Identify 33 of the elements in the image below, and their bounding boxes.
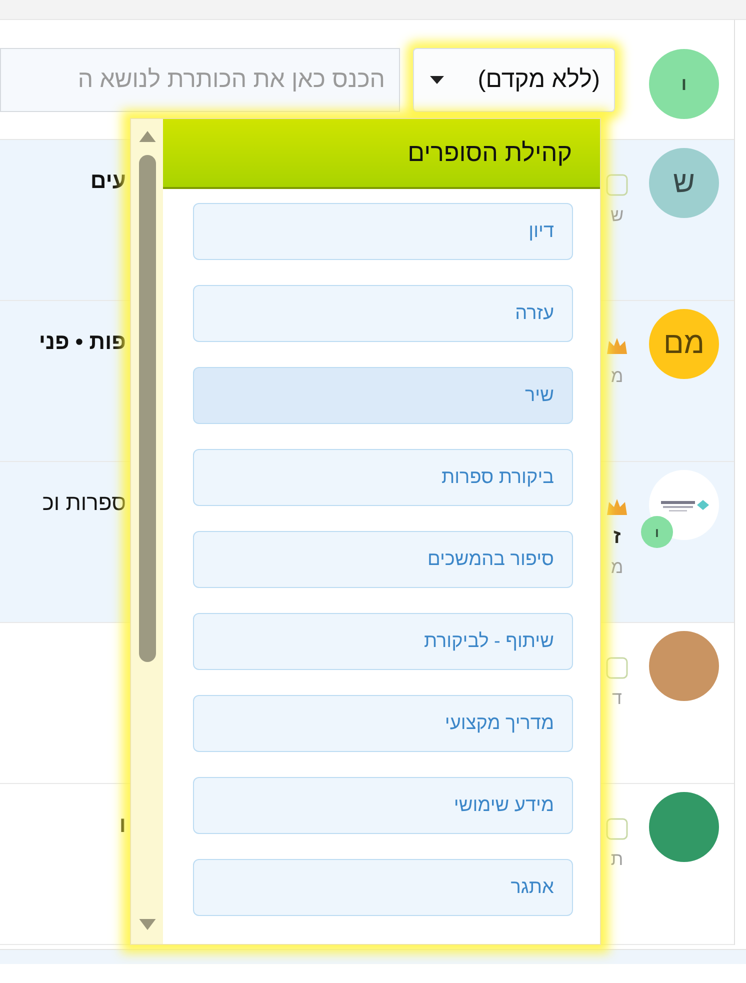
topic-title: ו: [119, 812, 126, 837]
topic-title: ספרות וכ: [42, 490, 126, 515]
menu-item[interactable]: מדריך מקצועי: [193, 695, 573, 752]
prefix-dropdown[interactable]: (ללא מקדם): [413, 48, 615, 112]
author-text: ד: [612, 687, 622, 709]
menu-item[interactable]: ביקורת ספרות: [193, 449, 573, 506]
square-icon: [606, 657, 628, 679]
square-icon: [606, 174, 628, 196]
menu-item[interactable]: דיון: [193, 203, 573, 260]
author-text: מ: [610, 365, 624, 387]
author-text: ת: [610, 848, 624, 870]
title-input[interactable]: הכנס כאן את הכותרת לנושא ה: [0, 48, 400, 112]
menu-item[interactable]: שיתוף - לביקורת: [193, 613, 573, 670]
menu-item[interactable]: מידע שימושי: [193, 777, 573, 834]
scroll-up-arrow-icon[interactable]: [138, 131, 156, 142]
avatar: ש: [649, 148, 719, 218]
avatar: ו: [649, 49, 719, 119]
square-icon: [606, 818, 628, 840]
topic-title: עים: [90, 168, 126, 193]
caret-icon: [430, 76, 444, 84]
menu-item[interactable]: אתגר: [193, 859, 573, 916]
author-text: ש: [610, 204, 624, 226]
avatar-badge: ו: [641, 516, 673, 548]
menu-item[interactable]: עזרה: [193, 285, 573, 342]
topic-title: פות • פני: [38, 329, 126, 354]
scroll-down-arrow-icon[interactable]: [138, 919, 156, 930]
menu-group-header: קהילת הסופרים: [163, 119, 600, 189]
author-text: מ: [610, 556, 624, 578]
menu-item[interactable]: סיפור בהמשכים: [193, 531, 573, 588]
scrollbar-thumb[interactable]: [138, 155, 156, 662]
avatar: מם: [649, 309, 719, 379]
author-text: ז: [613, 526, 621, 548]
menu-item[interactable]: שיר: [193, 367, 573, 424]
